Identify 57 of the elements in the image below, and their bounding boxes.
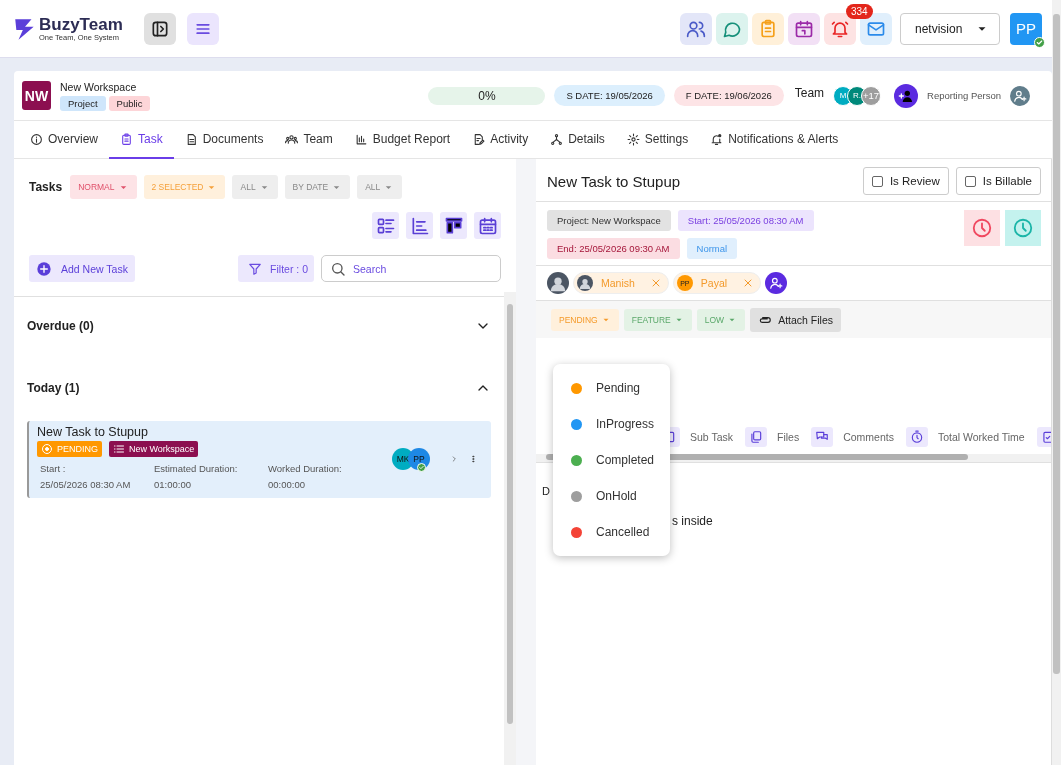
notification-count: 334 [846, 3, 873, 19]
add-task-button[interactable]: Add New Task [29, 255, 135, 282]
task-title: New Task to Stupup [37, 425, 149, 439]
group-title: Today (1) [27, 381, 80, 395]
field-label: Start : [40, 462, 67, 476]
info-chip: Project: New Workspace [547, 210, 671, 231]
attach-files-button[interactable]: Attach Files [750, 308, 841, 332]
reporting-person-label: Reporting Person [927, 90, 1001, 101]
workspace-tag: Project [60, 95, 106, 111]
tab[interactable]: Documents [173, 121, 275, 159]
filter-dropdown[interactable]: ALL [357, 175, 403, 199]
field-value: 25/05/2026 08:30 AM [40, 478, 132, 492]
section-tab[interactable]: Comments [811, 427, 894, 447]
workspace-name: New Workspace [60, 80, 138, 93]
tab[interactable]: Overview [19, 121, 109, 159]
description-label: D [542, 485, 550, 497]
checkbox[interactable]: Is Billable [955, 167, 1041, 195]
tab[interactable]: Activity [461, 121, 540, 159]
tab[interactable]: Details [539, 121, 616, 159]
filter-button[interactable]: Filter : 0 [238, 255, 314, 282]
section-tab[interactable]: Total Worked Time [905, 427, 1025, 447]
project-badge: New Workspace [109, 441, 199, 457]
section-tab[interactable]: Files [745, 427, 800, 447]
date-pill: F DATE: 19/06/2026 [673, 85, 784, 106]
checkbox[interactable]: Is Review [862, 167, 949, 195]
search-field[interactable]: Search [321, 255, 501, 282]
menu-item[interactable]: Pending [553, 370, 670, 406]
menu-item[interactable]: OnHold [553, 478, 670, 514]
field-value: 00:00:00 [268, 478, 306, 492]
task-title: New Task to Stupup [547, 172, 681, 190]
workspace-avatar: NW [22, 81, 51, 110]
workspace-tag: Public [108, 95, 151, 111]
filter-dropdown[interactable]: NORMAL [70, 175, 137, 199]
organization-select[interactable]: netvision [900, 12, 1000, 45]
tab[interactable]: Task [109, 121, 174, 159]
tab[interactable]: Settings [615, 121, 700, 159]
assignee-chip: Manish [573, 272, 669, 294]
status-badge: PENDING [37, 441, 102, 457]
description-text: s inside [672, 514, 713, 528]
tasks-title: Tasks [29, 180, 63, 194]
info-chip: Normal [686, 238, 738, 259]
tab[interactable]: Budget Report [343, 121, 462, 159]
team-label: Team [794, 85, 825, 100]
menu-item[interactable]: Cancelled [553, 514, 670, 550]
task-card[interactable]: New Task to Stupup PENDING New Workspace Start : 25/05/2026 08:30 AM Estimated Duration: 01:00:00 Worked Duration: 00:00:00 MK PP [27, 421, 491, 498]
date-pill: S DATE: 19/05/2026 [554, 85, 665, 106]
field-value: 01:00:00 [154, 478, 192, 492]
brand-name: BuzyTeam [39, 15, 123, 33]
progress-label: 0% [478, 88, 496, 103]
field-label: Estimated Duration: [154, 462, 239, 476]
field-label: Worked Duration: [268, 462, 343, 476]
info-chip: End: 25/05/2026 09:30 AM [547, 238, 680, 259]
tab[interactable]: Team [274, 121, 344, 159]
filter-dropdown[interactable]: BY DATE [284, 175, 351, 199]
tab[interactable]: Notifications & Alerts [699, 121, 850, 159]
info-chip: Start: 25/05/2026 08:30 AM [677, 210, 814, 231]
group-title: Overdue (0) [27, 319, 94, 333]
